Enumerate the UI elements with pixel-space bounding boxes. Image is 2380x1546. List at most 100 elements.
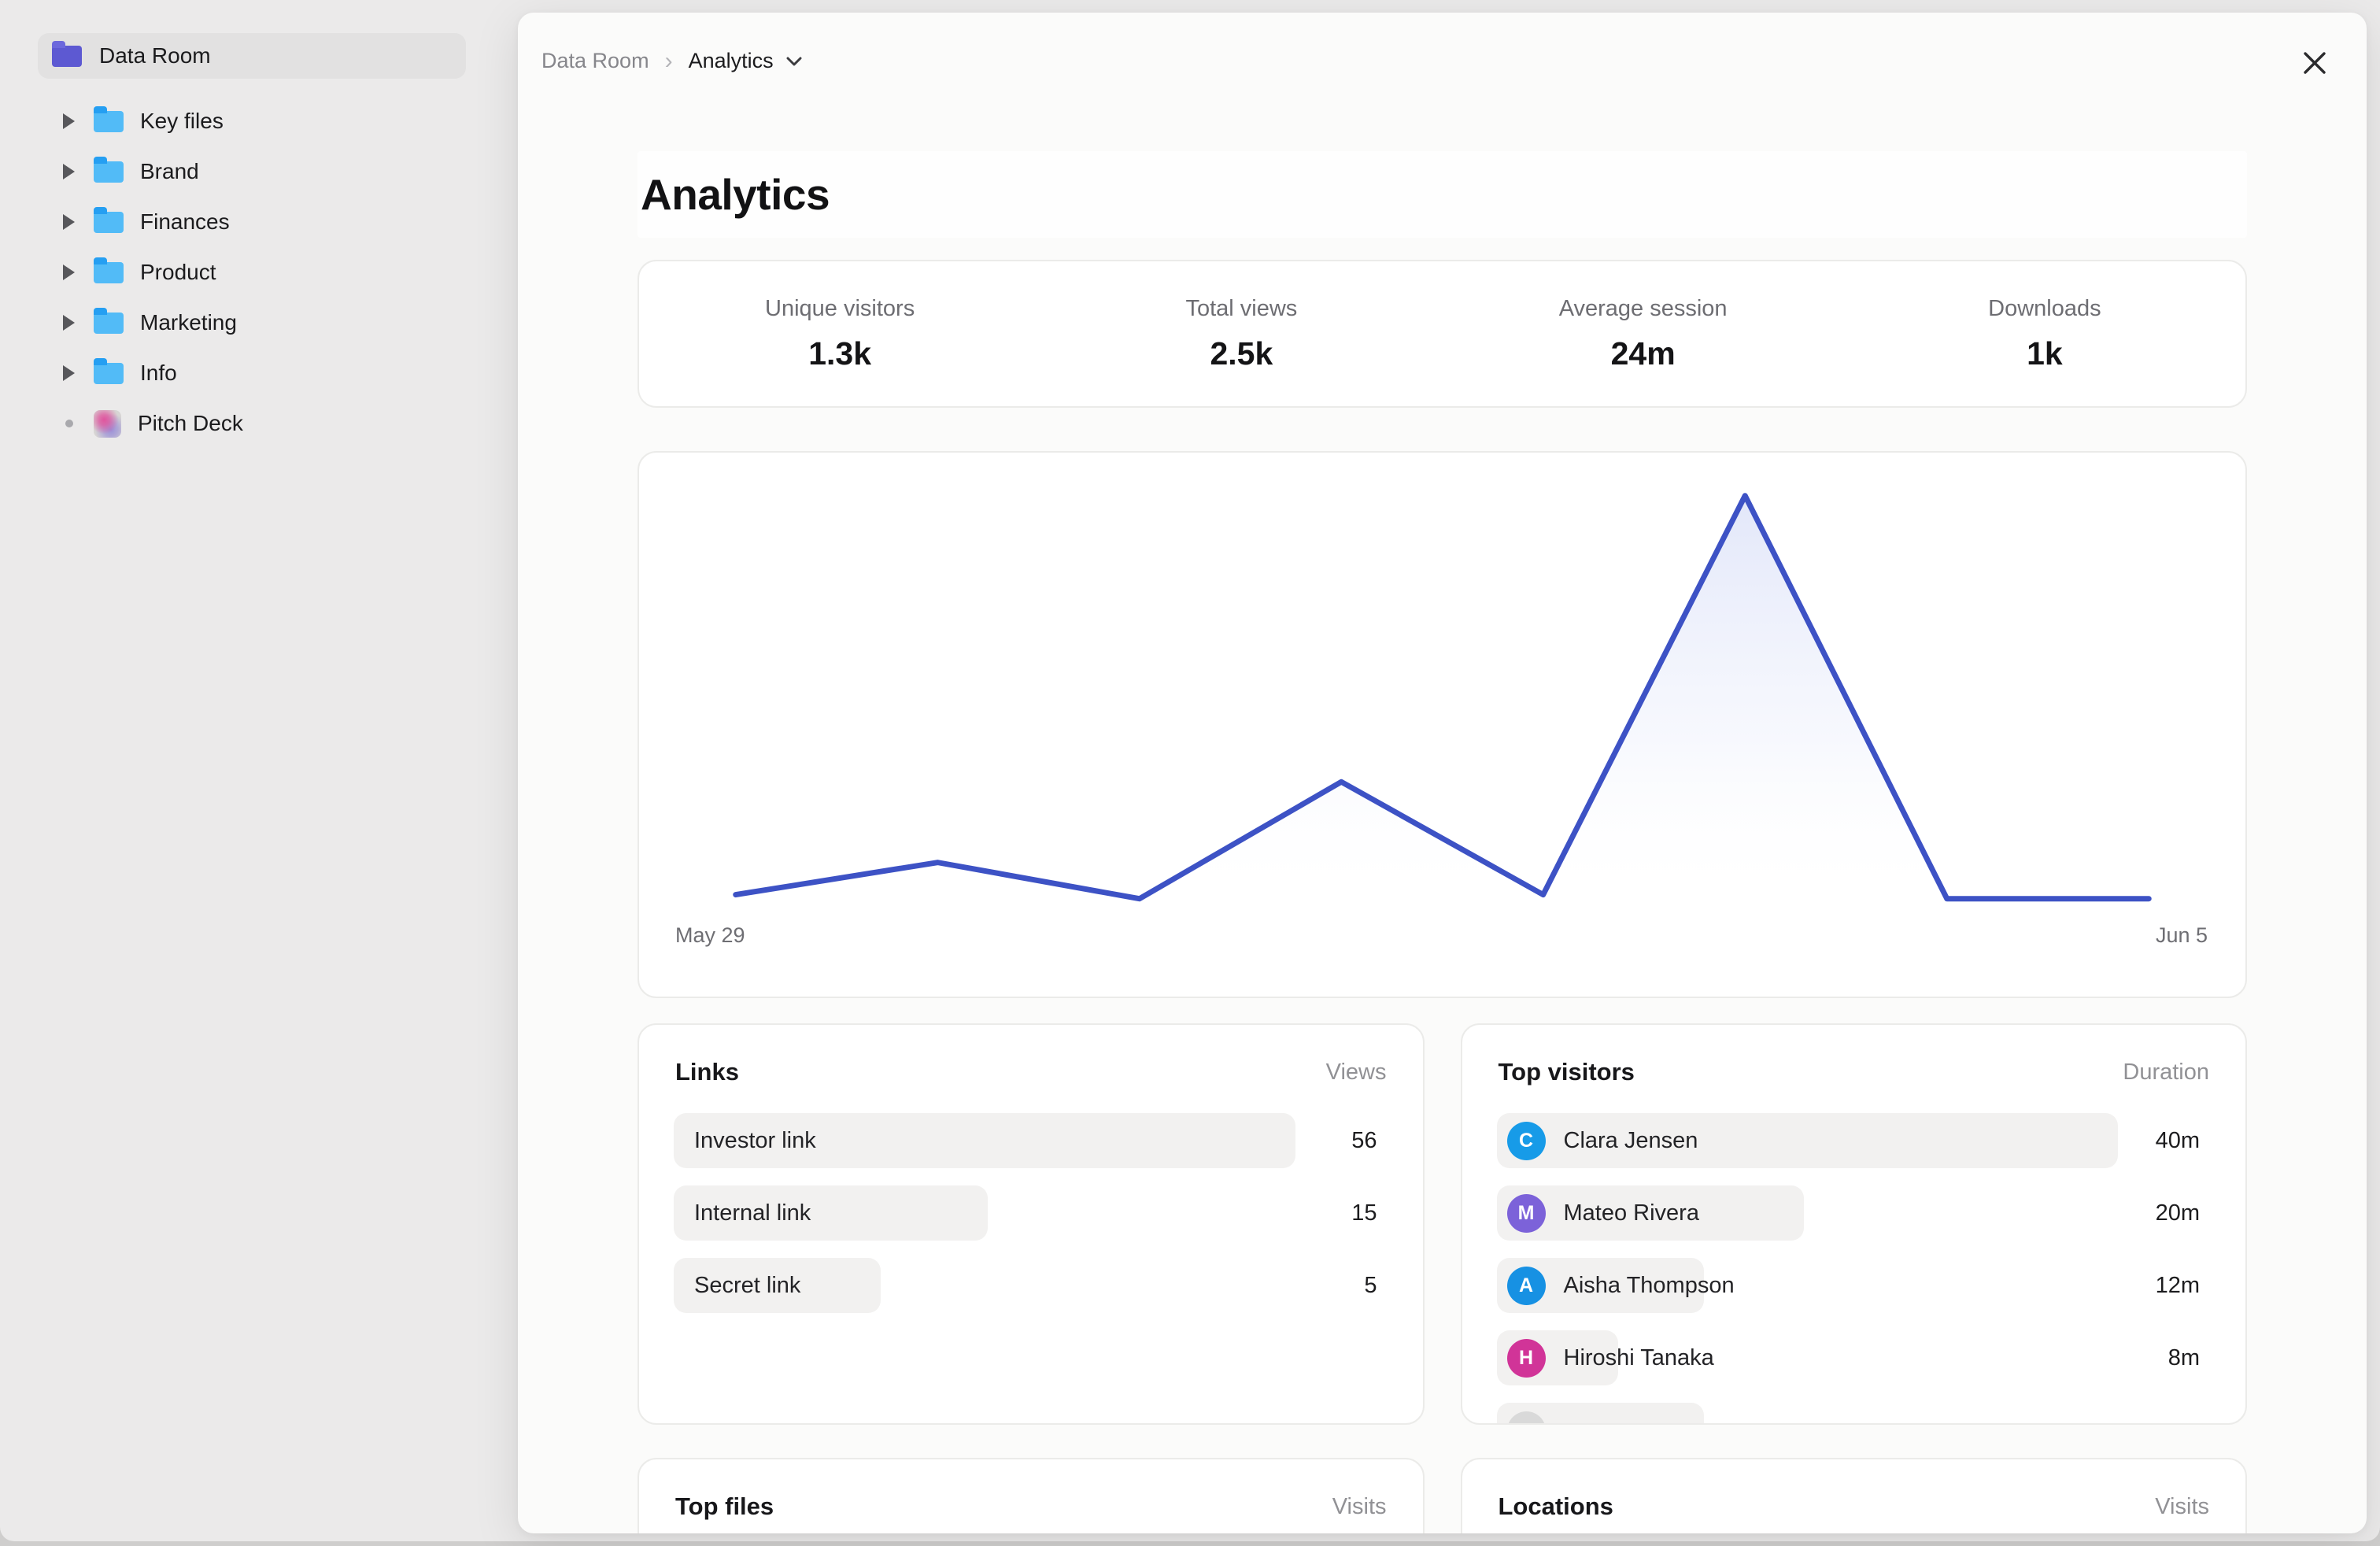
breadcrumb-current-label: Analytics bbox=[689, 49, 774, 73]
sidebar-item-product[interactable]: Product bbox=[0, 247, 519, 298]
visitor-duration-value: 40m bbox=[2156, 1128, 2211, 1154]
stat-value: 2.5k bbox=[1040, 335, 1442, 372]
disclosure-triangle-icon[interactable] bbox=[63, 365, 75, 381]
links-panel: Links Views Investor link 56 Internal li… bbox=[638, 1023, 1425, 1425]
chevron-down-icon bbox=[785, 55, 804, 68]
disclosure-triangle-icon[interactable] bbox=[63, 164, 75, 179]
visitor-name: Aisha Thompson bbox=[1564, 1273, 1735, 1299]
sidebar-tree: Key files Brand Finances Product Marketi… bbox=[0, 96, 519, 449]
stat: Total views 2.5k bbox=[1040, 296, 1442, 372]
link-views-value: 15 bbox=[1351, 1200, 1388, 1226]
avatar bbox=[1507, 1411, 1546, 1426]
avatar: C bbox=[1507, 1122, 1546, 1160]
top-visitors-panel-header: Top visitors Duration bbox=[1497, 1058, 2212, 1086]
visitor-row[interactable]: A Aisha Thompson 12m bbox=[1497, 1258, 2212, 1313]
sidebar-item-label: Data Room bbox=[99, 43, 211, 68]
title-band: Analytics bbox=[638, 151, 2247, 238]
stat: Downloads 1k bbox=[1844, 296, 2245, 372]
visitor-name: Mateo Rivera bbox=[1564, 1200, 1699, 1226]
visits-chart-card: May 29 Jun 5 bbox=[638, 451, 2247, 998]
sidebar-item-pitch-deck[interactable]: Pitch Deck bbox=[0, 398, 519, 449]
top-visitors-panel-title: Top visitors bbox=[1499, 1058, 1635, 1086]
page-title: Analytics bbox=[641, 169, 830, 220]
folder-icon bbox=[52, 46, 82, 67]
analytics-content: Analytics Unique visitors 1.3k Total vie… bbox=[638, 13, 2247, 1533]
sidebar-item-marketing[interactable]: Marketing bbox=[0, 298, 519, 348]
close-button[interactable] bbox=[2294, 44, 2335, 85]
link-label: Investor link bbox=[674, 1128, 816, 1154]
stat: Unique visitors 1.3k bbox=[639, 296, 1040, 372]
breadcrumb: Data Room › Analytics bbox=[541, 49, 804, 73]
duration-column-header: Duration bbox=[2123, 1060, 2209, 1086]
folder-icon bbox=[94, 313, 124, 334]
visitor-row[interactable]: H Hiroshi Tanaka 8m bbox=[1497, 1330, 2212, 1385]
breadcrumb-data-room[interactable]: Data Room bbox=[541, 49, 649, 73]
stat: Average session 24m bbox=[1443, 296, 1844, 372]
sidebar-item-label: Key files bbox=[140, 109, 224, 134]
locations-panel-header: Locations Visits bbox=[1497, 1492, 2212, 1521]
disclosure-triangle-icon[interactable] bbox=[63, 214, 75, 230]
folder-icon bbox=[94, 161, 124, 183]
visits-column-header: Visits bbox=[2155, 1494, 2209, 1520]
bullet-icon bbox=[65, 420, 73, 427]
disclosure-triangle-icon[interactable] bbox=[63, 315, 75, 331]
links-panel-header: Links Views bbox=[674, 1058, 1388, 1086]
sidebar-item-label: Brand bbox=[140, 159, 199, 184]
visitor-name: Clara Jensen bbox=[1564, 1128, 1698, 1154]
top-files-panel: Top files Visits bbox=[638, 1458, 1425, 1533]
stat-label: Average session bbox=[1443, 296, 1844, 322]
file-thumbnail-icon bbox=[94, 410, 121, 438]
stats-card: Unique visitors 1.3k Total views 2.5k Av… bbox=[638, 260, 2247, 408]
sidebar-item-finances[interactable]: Finances bbox=[0, 197, 519, 247]
top-files-panel-header: Top files Visits bbox=[674, 1492, 1388, 1521]
link-label: Secret link bbox=[674, 1273, 800, 1299]
breadcrumb-separator-icon: › bbox=[665, 50, 673, 73]
top-visitors-list: C Clara Jensen 40m M Mateo Rivera 20m A … bbox=[1497, 1113, 2212, 1425]
avatar: H bbox=[1507, 1339, 1546, 1378]
analytics-modal: Data Room › Analytics Analytics Unique v… bbox=[518, 13, 2367, 1533]
sidebar-item-label: Pitch Deck bbox=[138, 411, 243, 436]
views-column-header: Views bbox=[1326, 1060, 1387, 1086]
sidebar-item-label: Product bbox=[140, 260, 216, 285]
link-views-value: 5 bbox=[1364, 1273, 1388, 1299]
avatar: M bbox=[1507, 1194, 1546, 1233]
link-row[interactable]: Internal link 15 bbox=[674, 1185, 1388, 1241]
sidebar-item-brand[interactable]: Brand bbox=[0, 146, 519, 197]
visitor-row[interactable]: C Clara Jensen 40m bbox=[1497, 1113, 2212, 1168]
visitor-row-truncated[interactable] bbox=[1497, 1403, 2212, 1425]
link-row[interactable]: Investor link 56 bbox=[674, 1113, 1388, 1168]
stat-value: 24m bbox=[1443, 335, 1844, 372]
x-axis-end-label: Jun 5 bbox=[2156, 923, 2208, 948]
visits-column-header: Visits bbox=[1332, 1494, 1387, 1520]
stat-label: Unique visitors bbox=[639, 296, 1040, 322]
visitor-duration-value: 12m bbox=[2156, 1273, 2211, 1299]
folder-icon bbox=[94, 262, 124, 283]
visitor-duration-value: 8m bbox=[2168, 1345, 2211, 1371]
locations-panel: Locations Visits bbox=[1461, 1458, 2248, 1533]
folder-icon bbox=[94, 363, 124, 384]
stat-value: 1.3k bbox=[639, 335, 1040, 372]
links-panel-title: Links bbox=[675, 1058, 739, 1086]
visitor-duration-value: 20m bbox=[2156, 1200, 2211, 1226]
close-icon bbox=[2301, 49, 2329, 81]
breadcrumb-analytics-dropdown[interactable]: Analytics bbox=[689, 49, 804, 73]
sidebar-item-label: Marketing bbox=[140, 310, 237, 335]
app-window: Data Room Key files Brand Finances Produ… bbox=[0, 0, 2380, 1541]
stat-value: 1k bbox=[1844, 335, 2245, 372]
sidebar-item-key-files[interactable]: Key files bbox=[0, 96, 519, 146]
sidebar-item-label: Finances bbox=[140, 209, 230, 235]
sidebar-item-info[interactable]: Info bbox=[0, 348, 519, 398]
visitor-row[interactable]: M Mateo Rivera 20m bbox=[1497, 1185, 2212, 1241]
link-row[interactable]: Secret link 5 bbox=[674, 1258, 1388, 1313]
disclosure-triangle-icon[interactable] bbox=[63, 264, 75, 280]
link-label: Internal link bbox=[674, 1200, 811, 1226]
mid-panels-row: Links Views Investor link 56 Internal li… bbox=[638, 1023, 2247, 1425]
locations-panel-title: Locations bbox=[1499, 1492, 1613, 1521]
link-views-value: 56 bbox=[1351, 1128, 1388, 1154]
sidebar-item-data-room[interactable]: Data Room bbox=[38, 33, 466, 79]
folder-icon bbox=[94, 111, 124, 132]
top-visitors-panel: Top visitors Duration C Clara Jensen 40m… bbox=[1461, 1023, 2248, 1425]
folder-icon bbox=[94, 212, 124, 233]
disclosure-triangle-icon[interactable] bbox=[63, 113, 75, 129]
sidebar: Data Room Key files Brand Finances Produ… bbox=[0, 0, 519, 1541]
